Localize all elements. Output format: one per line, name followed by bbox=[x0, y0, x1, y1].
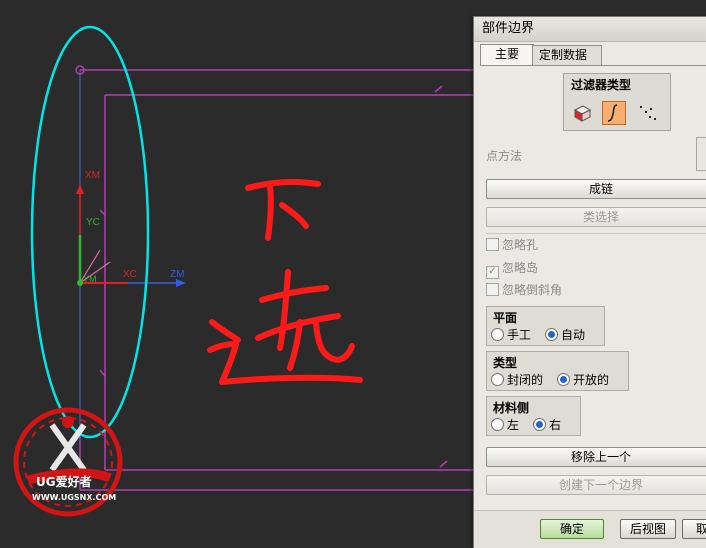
tab-divider bbox=[480, 65, 706, 66]
part-boundary-geometry[interactable] bbox=[79, 69, 473, 491]
handwritten-annotation bbox=[207, 178, 363, 385]
type-open-label: 开放的 bbox=[573, 373, 610, 387]
highlight-ellipse bbox=[30, 25, 150, 439]
axis-label-ym: YM bbox=[83, 274, 97, 284]
watermark-url: WWW.UGSNX.COM bbox=[32, 493, 116, 502]
ignore-islands-checkbox[interactable]: ✓ 忽略岛 bbox=[486, 260, 539, 279]
class-select-button[interactable]: 类选择 bbox=[486, 207, 706, 227]
ignore-islands-label: 忽略岛 bbox=[502, 261, 539, 275]
type-group: 类型 封闭的 开放的 bbox=[486, 351, 629, 391]
type-title: 类型 bbox=[493, 356, 518, 370]
part-boundary-dialog: 部件边界 主要 定制数据 过滤器类型 点方法 成链 类选择 忽略孔 ✓ 忽略岛 忽… bbox=[473, 16, 706, 548]
material-side-right-radio[interactable]: 右 bbox=[533, 418, 561, 432]
plane-manual-label: 手工 bbox=[507, 328, 532, 342]
dialog-title[interactable]: 部件边界 bbox=[474, 17, 706, 42]
ignore-chamfers-label: 忽略倒斜角 bbox=[502, 283, 563, 297]
ignore-holes-checkbox[interactable]: 忽略孔 bbox=[486, 237, 538, 253]
plane-auto-label: 自动 bbox=[561, 328, 586, 342]
type-open-radio[interactable]: 开放的 bbox=[557, 373, 609, 387]
axis-label-xm: XM bbox=[85, 170, 100, 181]
remove-previous-button[interactable]: 移除上一个 bbox=[486, 447, 706, 467]
plane-title: 平面 bbox=[493, 311, 518, 325]
material-side-group: 材料侧 左 右 bbox=[486, 396, 581, 436]
filter-type-title: 过滤器类型 bbox=[571, 78, 632, 92]
plane-manual-radio[interactable]: 手工 bbox=[491, 328, 531, 342]
ignore-chamfers-checkbox[interactable]: 忽略倒斜角 bbox=[486, 282, 562, 298]
axis-label-xc: XC bbox=[123, 269, 137, 280]
dialog-footer: 确定 后视图 取 bbox=[474, 510, 706, 548]
type-closed-label: 封闭的 bbox=[507, 373, 544, 387]
point-method-label: 点方法 bbox=[486, 149, 523, 163]
material-side-right-label: 右 bbox=[549, 418, 562, 432]
axis-label-zm: ZM bbox=[170, 269, 184, 280]
ok-button[interactable]: 确定 bbox=[540, 519, 604, 539]
chain-button[interactable]: 成链 bbox=[486, 179, 706, 199]
back-view-button[interactable]: 后视图 bbox=[620, 519, 676, 539]
material-side-title: 材料侧 bbox=[493, 401, 530, 415]
ignore-holes-label: 忽略孔 bbox=[502, 238, 539, 252]
type-closed-radio[interactable]: 封闭的 bbox=[491, 373, 543, 387]
curve-boundary-icon[interactable] bbox=[602, 101, 626, 125]
tab-main[interactable]: 主要 bbox=[480, 44, 534, 66]
material-side-left-radio[interactable]: 左 bbox=[491, 418, 519, 432]
point-boundary-icon[interactable] bbox=[636, 101, 660, 125]
create-next-boundary-button[interactable]: 创建下一个边界 bbox=[486, 475, 706, 495]
face-boundary-icon[interactable] bbox=[570, 101, 594, 125]
axis-label-yc: YC bbox=[86, 217, 100, 228]
plane-auto-radio[interactable]: 自动 bbox=[545, 328, 585, 342]
watermark-brand: UG爱好者 bbox=[36, 474, 92, 489]
divider bbox=[486, 233, 706, 234]
tab-custom-data[interactable]: 定制数据 bbox=[532, 45, 602, 65]
plane-group: 平面 手工 自动 bbox=[486, 306, 605, 346]
point-method-dropdown[interactable] bbox=[696, 137, 706, 171]
material-side-left-label: 左 bbox=[507, 418, 520, 432]
cancel-button[interactable]: 取 bbox=[682, 519, 706, 539]
